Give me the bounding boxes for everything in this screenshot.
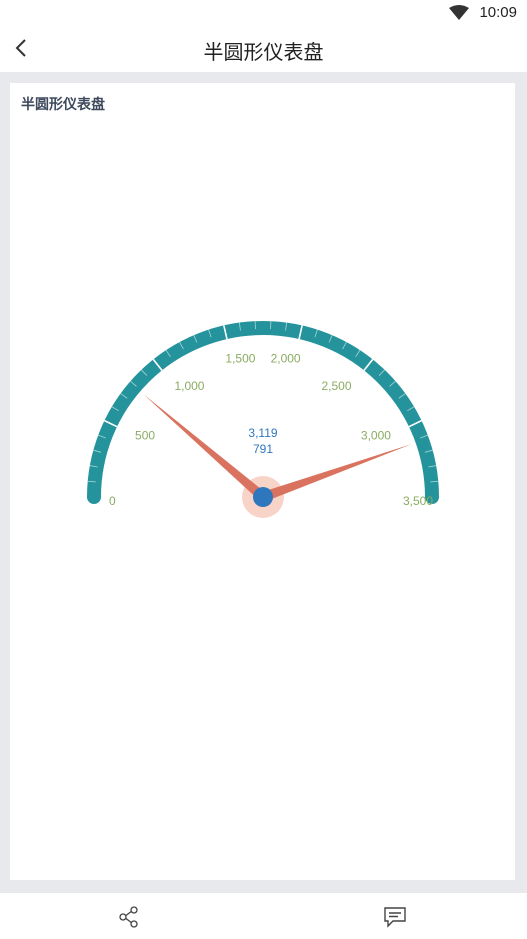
chart-card: 半圆形仪表盘 0 500 1,000 1,500 2,000 2,500 3,000 3,50… bbox=[10, 83, 515, 880]
gauge-tick-label: 2,000 bbox=[271, 352, 301, 366]
gauge-tick-label: 1,000 bbox=[174, 379, 204, 393]
gauge-value-label-1: 3,119 bbox=[248, 426, 277, 440]
gauge-needle bbox=[143, 394, 267, 501]
gauge-tick-label: 2,500 bbox=[322, 379, 352, 393]
gauge-pivot bbox=[253, 487, 273, 507]
gauge-value-label-2: 791 bbox=[253, 442, 273, 456]
gauge-tick-label: 0 bbox=[109, 494, 116, 508]
gauge-chart: 0 500 1,000 1,500 2,000 2,500 3,000 3,500 3,119… bbox=[87, 321, 439, 518]
gauge-needles bbox=[143, 394, 412, 518]
comment-icon[interactable] bbox=[383, 906, 407, 928]
status-bar: 10:09 bbox=[0, 0, 527, 26]
gauge-ticks bbox=[87, 321, 439, 483]
wifi-icon bbox=[449, 5, 469, 20]
gauge-tick-label: 3,000 bbox=[361, 428, 391, 442]
gauge-band-arc bbox=[87, 321, 439, 504]
gauge-tick-label: 3,500 bbox=[403, 494, 433, 508]
gauge-tick-label: 1,500 bbox=[225, 352, 255, 366]
page-title: 半圆形仪表盘 bbox=[203, 40, 324, 64]
app-bar: 半圆形仪表盘 bbox=[0, 26, 527, 72]
share-icon[interactable] bbox=[118, 906, 140, 928]
status-time: 10:09 bbox=[479, 4, 517, 21]
gauge-needle bbox=[261, 444, 412, 502]
gauge-band bbox=[87, 321, 439, 504]
bottom-bar bbox=[0, 893, 527, 939]
gauge-tick-label: 500 bbox=[135, 428, 155, 442]
